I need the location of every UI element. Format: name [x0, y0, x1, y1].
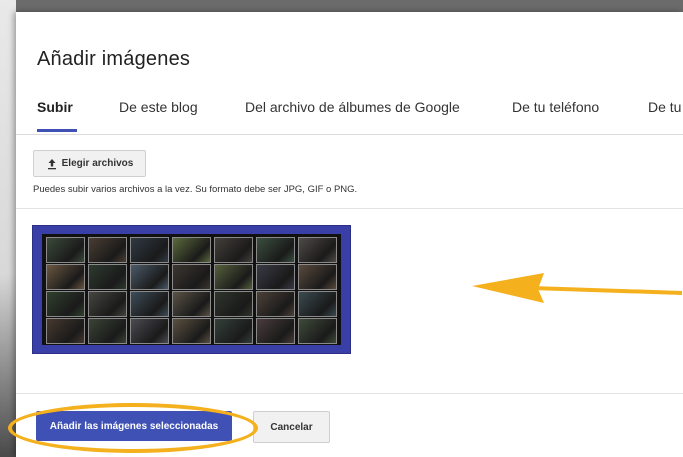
collage-photo	[298, 264, 337, 290]
tab-bar: Subir De este blog Del archivo de álbume…	[16, 88, 683, 135]
collage-photo	[46, 264, 85, 290]
collage-photo	[88, 318, 127, 344]
add-selected-images-button[interactable]: Añadir las imágenes seleccionadas	[36, 411, 232, 441]
annotation-arrow-icon	[472, 273, 682, 303]
choose-files-button[interactable]: Elegir archivos	[33, 150, 146, 177]
collage-photo	[46, 318, 85, 344]
collage-photo	[298, 318, 337, 344]
cancel-button[interactable]: Cancelar	[253, 411, 330, 443]
active-tab-indicator	[37, 129, 77, 132]
collage-photo	[214, 237, 253, 263]
uploaded-image-thumbnail[interactable]	[32, 225, 351, 354]
collage-photo	[256, 291, 295, 317]
collage-photo	[256, 318, 295, 344]
divider	[16, 393, 683, 394]
upload-icon	[47, 158, 56, 169]
collage-photo	[298, 237, 337, 263]
upload-hint: Puedes subir varios archivos a la vez. S…	[33, 184, 358, 195]
collage-photo	[46, 291, 85, 317]
collage-photo	[46, 237, 85, 263]
add-images-dialog: Añadir imágenes Subir De este blog Del a…	[8, 12, 683, 457]
collage-photo	[130, 237, 169, 263]
collage-photo	[214, 291, 253, 317]
tab-your-phone[interactable]: De tu teléfono	[512, 99, 599, 115]
collage-photo	[172, 237, 211, 263]
tab-overflow[interactable]: De tu	[648, 99, 681, 115]
collage-photo	[88, 264, 127, 290]
collage-photo	[256, 237, 295, 263]
collage-photo	[130, 318, 169, 344]
collage-photo	[172, 291, 211, 317]
collage-photo	[214, 264, 253, 290]
collage-photo	[214, 318, 253, 344]
collage-photo	[298, 291, 337, 317]
tab-upload[interactable]: Subir	[37, 99, 73, 115]
collage-photo	[256, 264, 295, 290]
collage-photo	[130, 291, 169, 317]
tab-google-album-archive[interactable]: Del archivo de álbumes de Google	[245, 99, 460, 115]
tab-this-blog[interactable]: De este blog	[119, 99, 198, 115]
choose-files-label: Elegir archivos	[61, 158, 134, 169]
collage-photo	[172, 264, 211, 290]
photo-collage	[42, 234, 341, 345]
collage-photo	[172, 318, 211, 344]
collage-photo	[88, 237, 127, 263]
collage-photo	[130, 264, 169, 290]
collage-photo	[88, 291, 127, 317]
divider	[16, 208, 683, 209]
background-page	[0, 0, 16, 457]
dialog-title: Añadir imágenes	[37, 48, 191, 70]
